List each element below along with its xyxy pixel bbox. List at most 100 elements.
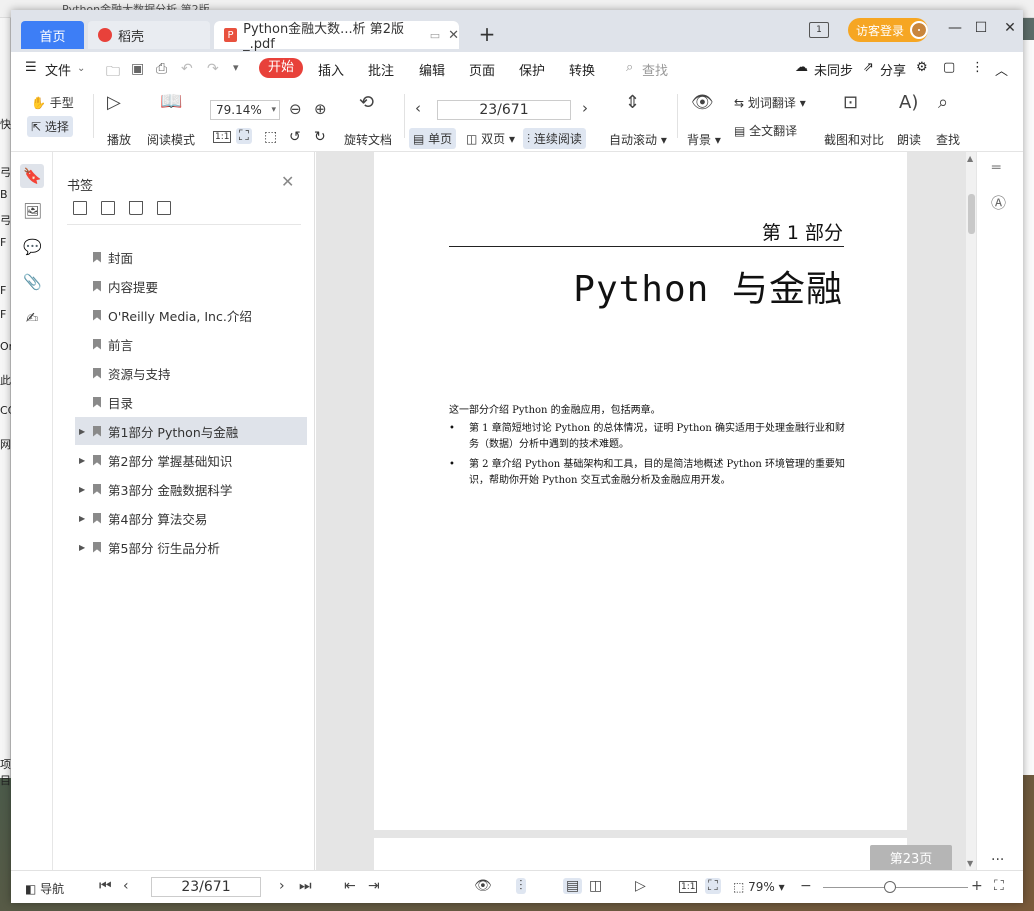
- select-tool-button[interactable]: ⇱ 选择: [27, 116, 73, 137]
- menu-annotate[interactable]: 批注: [368, 60, 394, 79]
- find-label[interactable]: 查找: [936, 131, 960, 148]
- scroll-down-icon[interactable]: ▼: [967, 859, 973, 868]
- share-icon[interactable]: ⇗: [863, 60, 874, 75]
- expand-arrow-icon[interactable]: ▶: [79, 427, 89, 436]
- maximize-icon[interactable]: ☐: [969, 20, 993, 36]
- fullscreen-icon[interactable]: ⛶: [994, 878, 1004, 894]
- menu-protect[interactable]: 保护: [519, 60, 545, 79]
- more-options-icon[interactable]: ⋮: [971, 60, 984, 75]
- reading-mode-icon[interactable]: 📖: [160, 91, 182, 112]
- zoom-out-icon[interactable]: ⊖: [289, 100, 302, 118]
- expand-arrow-icon[interactable]: ▶: [79, 485, 89, 494]
- message-icon[interactable]: ▢: [943, 60, 955, 75]
- hand-tool-button[interactable]: ✋ 手型: [31, 94, 74, 111]
- customize-quick-access-icon[interactable]: ▾: [233, 61, 239, 74]
- page-number-input[interactable]: 23/671: [437, 100, 571, 120]
- tab-close-icon[interactable]: ✕: [448, 28, 459, 43]
- screenshot-compare-label[interactable]: 截图和对比: [824, 131, 884, 148]
- cloud-sync-icon[interactable]: ☁: [795, 60, 808, 75]
- panel-toggle-icon[interactable]: ═: [992, 160, 1000, 176]
- fit-page-icon[interactable]: ⛶: [705, 878, 721, 894]
- rotate-doc-label[interactable]: 旋转文档: [344, 131, 392, 148]
- rotate-right-icon[interactable]: ↻: [314, 129, 326, 145]
- bookmark-item[interactable]: 资源与支持: [75, 359, 307, 387]
- fit-page-icon[interactable]: ⛶: [236, 128, 252, 144]
- menu-insert[interactable]: 插入: [318, 60, 344, 79]
- window-close-icon[interactable]: ✕: [998, 20, 1022, 36]
- bookmark-item[interactable]: ▶ 第2部分 掌握基础知识: [75, 446, 307, 474]
- auto-scroll-button[interactable]: 自动滚动 ▾: [609, 131, 667, 148]
- tab-docer[interactable]: 稻壳: [88, 21, 210, 49]
- screenshot-icon[interactable]: ⊡: [843, 92, 858, 113]
- menu-edit[interactable]: 编辑: [419, 60, 445, 79]
- actual-size-button[interactable]: 1:1: [213, 131, 232, 143]
- double-page-icon[interactable]: ◫: [589, 878, 602, 894]
- sync-status[interactable]: 未同步: [814, 60, 853, 79]
- continuous-read-button[interactable]: ⫶ 连续阅读: [523, 128, 586, 149]
- signature-icon[interactable]: ✍: [23, 309, 41, 327]
- guest-login-button[interactable]: 访客登录: [848, 18, 928, 42]
- bookmark-item[interactable]: ▶ 第4部分 算法交易: [75, 504, 307, 532]
- collapse-ribbon-icon[interactable]: ︿: [995, 60, 1008, 79]
- text-recognize-icon[interactable]: Ⓐ: [991, 192, 1006, 213]
- find-icon[interactable]: ⌕: [938, 92, 948, 113]
- read-aloud-label[interactable]: 朗读: [897, 131, 921, 148]
- menu-file[interactable]: 文件: [45, 60, 71, 79]
- chevron-down-icon[interactable]: ⌄: [77, 63, 85, 74]
- auto-scroll-icon[interactable]: ⇕: [625, 92, 640, 113]
- forward-view-icon[interactable]: ⇥: [368, 878, 380, 894]
- single-page-icon[interactable]: ▤: [563, 878, 583, 894]
- save-icon[interactable]: ▣: [131, 61, 144, 77]
- settings-gear-icon[interactable]: ⚙: [916, 60, 928, 75]
- navigation-toggle[interactable]: ◧ 导航: [25, 880, 64, 897]
- bookmark-item[interactable]: 封面: [75, 243, 307, 271]
- play-button-label[interactable]: 播放: [107, 131, 131, 148]
- open-folder-icon[interactable]: 🗀: [106, 61, 120, 85]
- comment-icon[interactable]: 💬: [23, 238, 42, 256]
- tab-pdf-document[interactable]: P Python金融大数...析 第2版_.pdf ▭ ✕: [214, 21, 459, 52]
- remove-bookmark-icon[interactable]: [101, 201, 115, 215]
- play-icon[interactable]: ▷: [107, 92, 121, 113]
- fit-width-icon[interactable]: ⬚: [264, 129, 277, 145]
- share-button[interactable]: 分享: [880, 60, 906, 79]
- bookmark-item[interactable]: 前言: [75, 330, 307, 358]
- bookmark-item[interactable]: O'Reilly Media, Inc.介绍: [75, 301, 307, 329]
- attachment-icon[interactable]: 📎: [23, 273, 42, 291]
- bookmark-item[interactable]: ▶ 第5部分 衍生品分析: [75, 533, 307, 561]
- thumbnail-icon[interactable]: 🖼: [23, 202, 42, 220]
- zoom-dropdown[interactable]: ⬚ 79% ▾: [733, 880, 785, 894]
- continuous-scroll-icon[interactable]: ⫶: [516, 878, 526, 894]
- bookmark-icon[interactable]: 🔖: [23, 167, 42, 185]
- zoom-out-icon[interactable]: −: [800, 878, 812, 894]
- rotate-doc-icon[interactable]: ⟲: [359, 92, 374, 113]
- more-icon[interactable]: ···: [991, 852, 1004, 868]
- bookmark-item[interactable]: 内容提要: [75, 272, 307, 300]
- menu-page[interactable]: 页面: [469, 60, 495, 79]
- bookmark-item[interactable]: ▶ 第1部分 Python与金融: [75, 417, 307, 445]
- vertical-scrollbar[interactable]: ▲ ▼: [966, 152, 976, 870]
- background-button[interactable]: 背景 ▾: [687, 131, 721, 148]
- redo-icon[interactable]: ↷: [207, 61, 219, 77]
- rotate-left-icon[interactable]: ↺: [289, 129, 301, 145]
- zoom-in-icon[interactable]: ⊕: [314, 100, 327, 118]
- read-aloud-icon[interactable]: A): [899, 92, 918, 113]
- zoom-slider-handle[interactable]: [883, 881, 896, 893]
- menu-convert[interactable]: 转换: [569, 60, 595, 79]
- undo-icon[interactable]: ↶: [181, 61, 193, 77]
- expand-arrow-icon[interactable]: ▶: [79, 456, 89, 465]
- scrollbar-thumb[interactable]: [968, 194, 975, 234]
- reading-mode-label[interactable]: 阅读模式: [147, 131, 195, 148]
- next-page-icon[interactable]: ›: [582, 99, 588, 117]
- first-page-icon[interactable]: ⏮: [99, 878, 112, 894]
- print-icon[interactable]: ⎙: [156, 61, 167, 77]
- word-translate-button[interactable]: ⇆ 划词翻译 ▾: [734, 94, 806, 111]
- status-page-input[interactable]: 23/671: [151, 877, 261, 897]
- zoom-select[interactable]: 79.14% ▾: [210, 100, 280, 120]
- full-translate-button[interactable]: ▤ 全文翻译: [734, 122, 797, 139]
- expand-arrow-icon[interactable]: ▶: [79, 543, 89, 552]
- eye-icon[interactable]: 👁: [691, 92, 714, 113]
- bookmark-add-icon[interactable]: [129, 201, 143, 215]
- menu-start[interactable]: 开始: [259, 58, 303, 78]
- minimize-icon[interactable]: —: [943, 20, 967, 36]
- menu-search[interactable]: 查找: [642, 60, 668, 79]
